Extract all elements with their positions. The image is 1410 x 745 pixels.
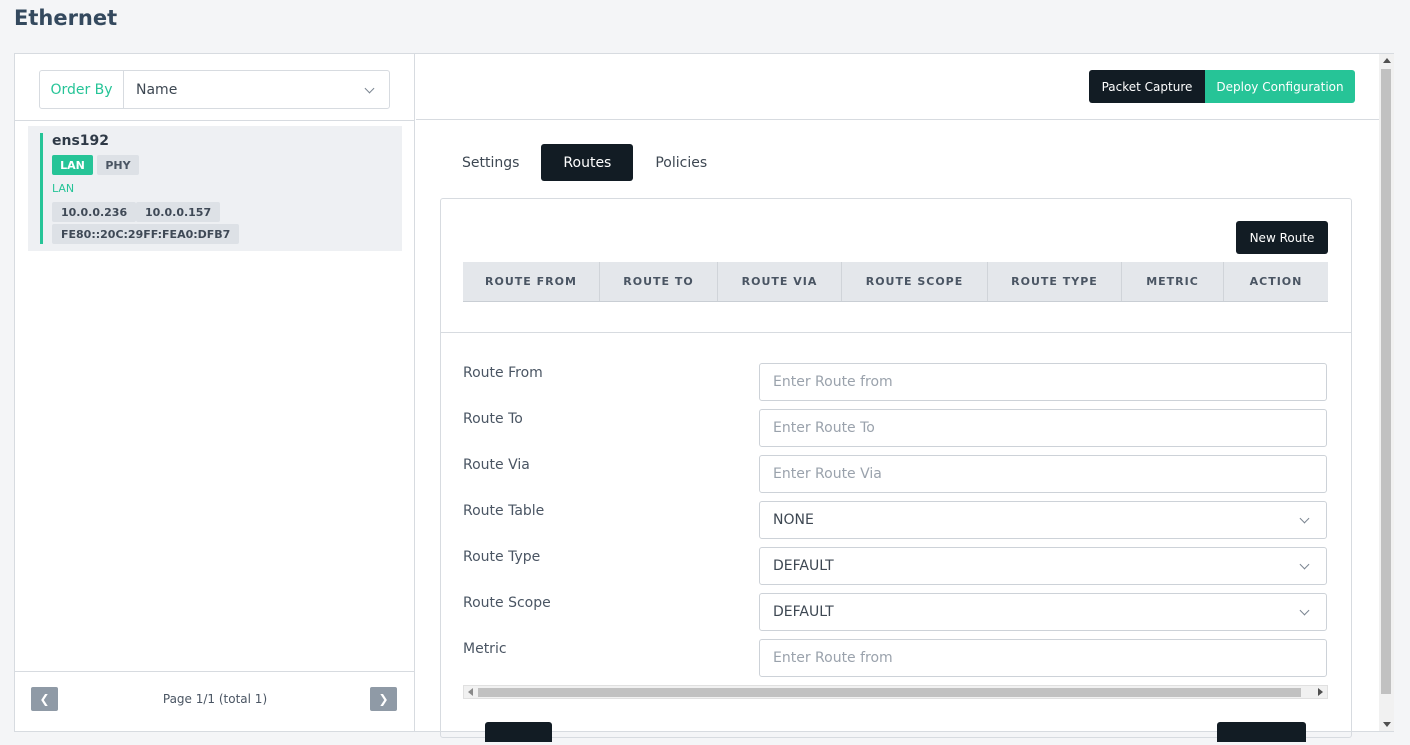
- column-header[interactable]: ROUTE TO: [600, 262, 718, 301]
- chevron-down-icon: [1299, 605, 1310, 616]
- interface-zone: LAN: [52, 182, 75, 195]
- route-via-input[interactable]: Enter Route Via: [759, 455, 1327, 493]
- toolbar: Packet Capture Deploy Configuration: [416, 54, 1379, 120]
- deploy-configuration-button[interactable]: Deploy Configuration: [1205, 70, 1355, 103]
- next-page-button[interactable]: ❯: [370, 687, 397, 711]
- order-by-label: Order By: [40, 71, 124, 108]
- route-type-select[interactable]: DEFAULT: [759, 547, 1327, 585]
- page-title: Ethernet: [14, 6, 118, 30]
- route-type-value: DEFAULT: [773, 558, 834, 574]
- ip-address-badge: 10.0.0.157: [136, 202, 221, 222]
- form-submit-button[interactable]: [1217, 722, 1306, 742]
- divider: [15, 120, 415, 121]
- pagination: ❮ Page 1/1 (total 1) ❯: [15, 671, 415, 731]
- tab-policies[interactable]: Policies: [633, 144, 729, 181]
- order-by-control: Order By Name: [39, 70, 390, 109]
- selected-indicator: [40, 133, 43, 244]
- route-scope-select[interactable]: DEFAULT: [759, 593, 1327, 631]
- column-header[interactable]: ACTION: [1224, 262, 1328, 301]
- route-from-input[interactable]: Enter Route from: [759, 363, 1327, 401]
- tab-bar: Settings Routes Policies: [440, 144, 729, 182]
- route-type-row: Route Type DEFAULT: [463, 547, 1327, 585]
- chevron-down-icon: [364, 83, 375, 94]
- arrow-left-icon[interactable]: [468, 688, 473, 696]
- routes-table-header: ROUTE FROM ROUTE TO ROUTE VIA ROUTE SCOP…: [463, 262, 1328, 302]
- interface-item-ens192[interactable]: ens192 LAN PHY LAN 10.0.0.236 10.0.0.157…: [28, 126, 402, 251]
- column-header[interactable]: ROUTE SCOPE: [842, 262, 988, 301]
- interface-name: ens192: [52, 133, 110, 149]
- form-cancel-button[interactable]: [485, 722, 552, 742]
- ip-address-badge: FE80::20C:29FF:FEA0:DFB7: [52, 224, 240, 244]
- routes-card: New Route ROUTE FROM ROUTE TO ROUTE VIA …: [440, 198, 1352, 742]
- scroll-thumb[interactable]: [1381, 69, 1391, 694]
- main-frame: Order By Name ens192 LAN PHY LAN 10.0.0.…: [14, 53, 1394, 742]
- tab-settings[interactable]: Settings: [440, 144, 541, 181]
- order-by-select[interactable]: Name: [124, 71, 389, 108]
- column-header[interactable]: ROUTE TYPE: [988, 262, 1122, 301]
- route-to-input[interactable]: Enter Route To: [759, 409, 1327, 447]
- route-table-label: Route Table: [463, 503, 545, 519]
- arrow-right-icon[interactable]: [1318, 688, 1323, 696]
- route-scope-value: DEFAULT: [773, 604, 834, 620]
- interface-detail-panel: Packet Capture Deploy Configuration Sett…: [416, 54, 1379, 742]
- pagination-text: Page 1/1 (total 1): [162, 692, 268, 706]
- horizontal-scrollbar[interactable]: [463, 685, 1328, 699]
- metric-row: Metric Enter Route from: [463, 639, 1327, 677]
- packet-capture-button[interactable]: Packet Capture: [1089, 70, 1205, 103]
- metric-label: Metric: [463, 641, 507, 657]
- order-by-value: Name: [136, 81, 178, 98]
- route-table-select[interactable]: NONE: [759, 501, 1327, 539]
- column-header[interactable]: METRIC: [1122, 262, 1224, 301]
- route-to-label: Route To: [463, 411, 523, 427]
- tab-routes[interactable]: Routes: [541, 144, 634, 181]
- route-to-row: Route To Enter Route To: [463, 409, 1327, 447]
- scroll-thumb[interactable]: [478, 688, 1301, 697]
- arrow-down-icon[interactable]: [1383, 722, 1391, 727]
- column-header[interactable]: ROUTE FROM: [463, 262, 600, 301]
- new-route-button[interactable]: New Route: [1236, 221, 1328, 254]
- chevron-down-icon: [1299, 513, 1310, 524]
- divider: [441, 332, 1351, 333]
- route-from-label: Route From: [463, 365, 543, 381]
- arrow-up-icon[interactable]: [1383, 58, 1391, 63]
- interface-list-panel: Order By Name ens192 LAN PHY LAN 10.0.0.…: [15, 54, 415, 731]
- zone-badge: LAN: [52, 155, 93, 175]
- route-type-label: Route Type: [463, 549, 541, 565]
- route-via-label: Route Via: [463, 457, 530, 473]
- vertical-scrollbar[interactable]: [1379, 54, 1394, 731]
- route-scope-row: Route Scope DEFAULT: [463, 593, 1327, 631]
- route-table-row: Route Table NONE: [463, 501, 1327, 539]
- route-scope-label: Route Scope: [463, 595, 551, 611]
- chevron-right-icon: ❯: [378, 692, 389, 706]
- column-header[interactable]: ROUTE VIA: [718, 262, 842, 301]
- chevron-down-icon: [1299, 559, 1310, 570]
- type-badge: PHY: [97, 155, 139, 175]
- metric-input[interactable]: Enter Route from: [759, 639, 1327, 677]
- ip-address-badge: 10.0.0.236: [52, 202, 137, 222]
- route-from-row: Route From Enter Route from: [463, 363, 1327, 401]
- route-table-value: NONE: [773, 512, 814, 528]
- route-via-row: Route Via Enter Route Via: [463, 455, 1327, 493]
